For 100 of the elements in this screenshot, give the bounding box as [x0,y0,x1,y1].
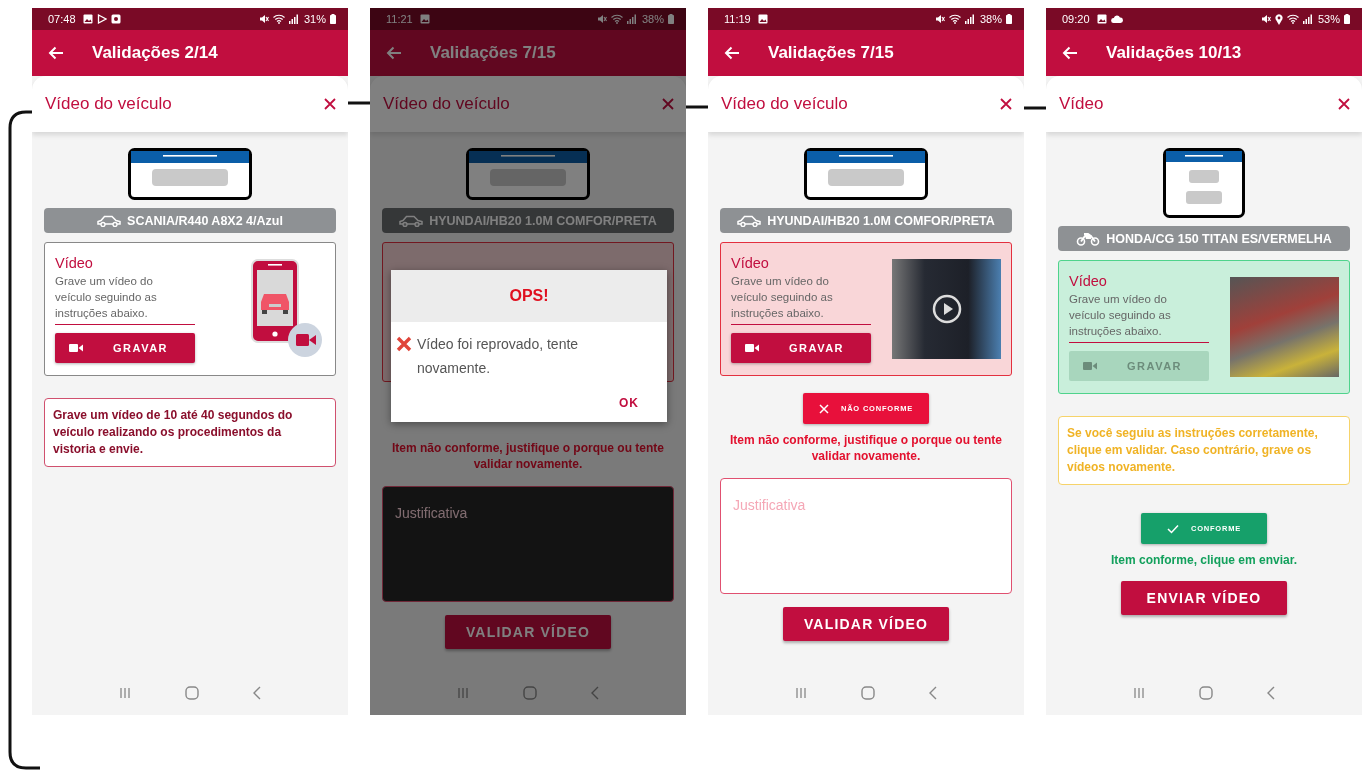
battery-level: 38% [641,13,664,25]
location-icon [1274,13,1283,25]
ok-button[interactable]: OK [615,392,643,414]
instruction-notice: Se você seguiu as instruções corretamente, clique em validar. Caso contrário, grave os vídeos novamente. [1058,416,1350,485]
dialog-title: OPS! [509,287,549,305]
connector-line [348,101,372,105]
status-time: 07:48 [48,13,76,25]
back-arrow-icon[interactable] [1062,46,1078,60]
record-icon [110,14,121,24]
mute-icon [934,14,945,24]
record-button[interactable]: GRAVAR [55,333,195,363]
connector-line [1024,106,1048,110]
home-icon[interactable] [523,686,537,700]
car-icon [97,214,122,227]
close-icon [818,403,829,414]
sheet-title: Vídeo do veículo [45,94,172,114]
card-title: Vídeo [55,255,94,271]
home-icon[interactable] [1199,686,1213,700]
signal-icon [626,14,636,24]
vehicle-model: HYUNDAI/HB20 1.0M COMFOR/PRETA [429,213,657,228]
status-time: 11:21 [386,13,413,25]
battery-level: 31% [303,13,326,25]
screen-title: Validações 10/13 [1106,43,1242,63]
battery-level: 53% [1317,13,1340,25]
vehicle-model: HONDA/CG 150 TITAN ES/VERMELHA [1106,231,1332,246]
connector-line [686,105,710,109]
status-message: Item não conforme, justifique o porque ou tente validar novamente. [729,432,1003,464]
dialog-message: Vídeo foi reprovado, tente novamente. [417,335,580,378]
sheet-title: Vídeo [1059,94,1104,114]
video-camera-icon [745,343,759,353]
close-icon[interactable] [1338,98,1350,110]
play-icon [931,294,962,324]
status-message: Item conforme, clique em enviar. [1110,552,1298,568]
play-icon [96,14,107,24]
video-thumbnail[interactable] [892,259,1001,359]
back-icon[interactable] [253,686,261,700]
wifi-icon [610,14,623,24]
submit-button[interactable]: VALIDAR VÍDEO [783,607,949,641]
instruction-notice: Grave um vídeo de 10 até 40 segundos do veículo realizando os procedimentos da vistoria e envie. [44,398,336,467]
battery-icon [668,14,674,24]
car-icon [399,214,424,227]
submit-button[interactable]: VALIDAR VÍDEO [445,615,611,649]
mute-icon [1260,14,1271,24]
sheet-title: Vídeo do veículo [721,94,848,114]
car-icon [737,214,762,227]
status-time: 11:19 [724,13,751,25]
back-arrow-icon[interactable] [386,46,402,60]
cross-icon [396,336,412,352]
video-camera-icon [1083,361,1097,371]
home-icon[interactable] [861,686,875,700]
back-icon[interactable] [591,686,599,700]
back-icon[interactable] [1267,686,1275,700]
close-icon[interactable] [662,98,674,110]
card-title: Vídeo [1069,273,1108,289]
screen-title: Validações 7/15 [768,43,894,63]
sheet-title: Vídeo do veículo [383,94,510,114]
card-description: Grave um vídeo do veículo seguindo as instruções abaixo. [55,273,195,325]
close-icon[interactable] [1000,98,1012,110]
vehicle-model: HYUNDAI/HB20 1.0M COMFOR/PRETA [767,213,995,228]
image-icon [757,14,768,24]
justification-field[interactable]: Justificativa [382,486,674,602]
submit-button[interactable]: ENVIAR VÍDEO [1121,581,1287,615]
card-description: Grave um vídeo do veículo seguindo as instruções abaixo. [1069,291,1209,343]
recent-apps-icon[interactable] [119,687,131,699]
signal-icon [288,14,298,24]
home-icon[interactable] [185,686,199,700]
signal-icon [964,14,974,24]
wifi-icon [948,14,961,24]
motorcycle-icon [1076,231,1101,246]
record-button[interactable]: GRAVAR [731,333,871,363]
back-arrow-icon[interactable] [724,46,740,60]
image-icon [82,14,93,24]
video-camera-icon [69,343,83,353]
recent-apps-icon[interactable] [1133,687,1145,699]
screen-title: Validações 7/15 [430,43,556,63]
image-icon [419,14,430,24]
recent-apps-icon[interactable] [457,687,469,699]
battery-icon [330,14,336,24]
vehicle-model: SCANIA/R440 A8X2 4/Azul [127,213,283,228]
wifi-icon [1286,14,1299,24]
cloud-icon [1110,15,1123,23]
back-arrow-icon[interactable] [48,46,64,60]
image-icon [1096,14,1107,24]
check-icon [1166,523,1179,534]
battery-icon [1006,14,1012,24]
card-title: Vídeo [731,255,770,271]
justification-field[interactable]: Justificativa [720,478,1012,594]
card-description: Grave um vídeo do veículo seguindo as instruções abaixo. [731,273,871,325]
status-message: Item não conforme, justifique o porque ou tente validar novamente. [391,440,665,472]
mute-icon [596,14,607,24]
mute-icon [258,14,269,24]
back-icon[interactable] [929,686,937,700]
signal-icon [1302,14,1312,24]
battery-level: 38% [979,13,1002,25]
battery-icon [1344,14,1350,24]
recent-apps-icon[interactable] [795,687,807,699]
status-time: 09:20 [1062,13,1090,25]
close-icon[interactable] [324,98,336,110]
screen-title: Validações 2/14 [92,43,218,63]
wifi-icon [272,14,285,24]
